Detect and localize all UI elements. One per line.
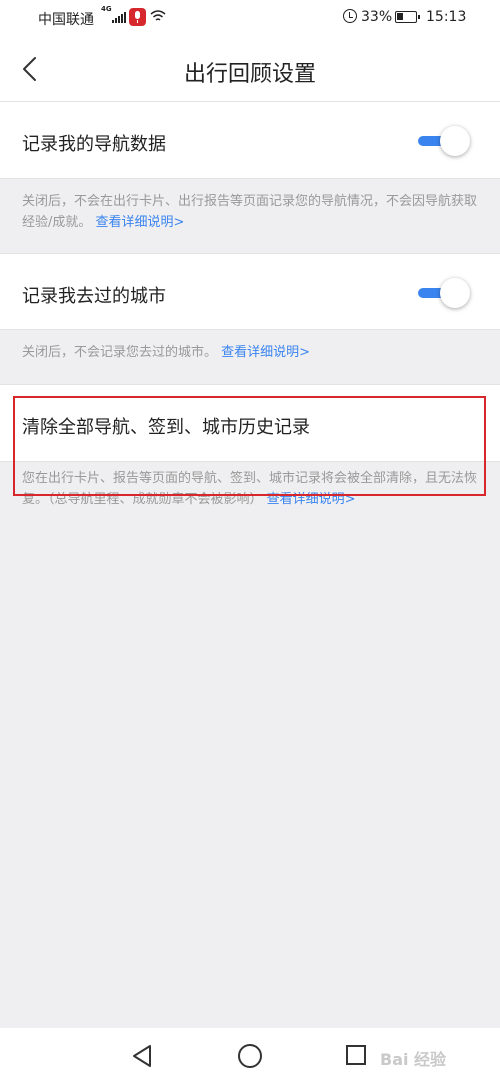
alarm-icon: [343, 9, 357, 23]
microphone-icon: [129, 8, 146, 26]
status-bar: 中国联通 4G 33% 15:13: [0, 0, 500, 36]
battery-icon: [395, 11, 420, 23]
setting-description: 关闭后，不会记录您去过的城市。 查看详细说明>: [22, 345, 311, 360]
setting-description: 关闭后，不会在出行卡片、出行报告等页面记录您的导航情况，不会因导航获取经验/成就…: [22, 194, 478, 230]
details-link[interactable]: 查看详细说明>: [96, 215, 185, 230]
details-link[interactable]: 查看详细说明>: [221, 345, 310, 360]
nav-home-icon[interactable]: [238, 1044, 262, 1068]
setting-row-navigation-data: 记录我的导航数据: [0, 102, 500, 179]
highlight-annotation: [13, 396, 486, 496]
carrier-name: 中国联通: [38, 12, 94, 28]
nav-recent-apps-icon[interactable]: [346, 1045, 366, 1065]
watermark: Bai 经验: [380, 1050, 447, 1069]
signal-icon: [112, 12, 126, 23]
setting-label: 记录我的导航数据: [22, 134, 166, 155]
navigation-data-toggle[interactable]: [416, 124, 472, 158]
page-title: 出行回顾设置: [183, 62, 316, 87]
nav-header: 出行回顾设置: [0, 36, 500, 102]
setting-label: 记录我去过的城市: [22, 286, 166, 307]
battery-percent: 33%: [361, 9, 393, 25]
clock: 15:13: [426, 9, 467, 25]
visited-cities-toggle[interactable]: [416, 276, 472, 310]
network-type: 4G: [101, 5, 112, 13]
wifi-icon: [150, 10, 166, 21]
system-nav-bar: Bai 经验: [0, 1028, 500, 1083]
nav-back-icon[interactable]: [131, 1044, 153, 1068]
setting-row-visited-cities: 记录我去过的城市: [0, 253, 500, 330]
